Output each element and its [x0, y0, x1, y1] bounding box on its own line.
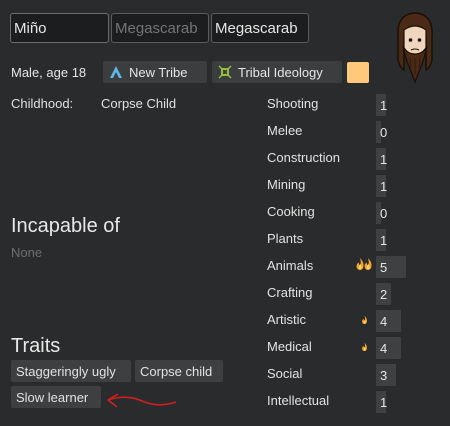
skill-name: Melee: [267, 123, 303, 138]
tribe-icon: [110, 66, 122, 78]
skill-level: 0: [380, 206, 388, 221]
trait-chip[interactable]: Corpse child: [135, 360, 223, 382]
skill-level: 1: [380, 179, 388, 194]
ideology-icon: [218, 65, 232, 79]
skill-level: 1: [380, 233, 388, 248]
skill-name: Medical: [267, 339, 312, 354]
nickname-input[interactable]: [111, 13, 209, 43]
favorite-color-swatch[interactable]: [347, 62, 369, 83]
skill-level: 2: [380, 287, 388, 302]
last-name-input[interactable]: [211, 13, 309, 43]
annotation-arrow: [107, 393, 177, 408]
skill-name: Artistic: [267, 312, 306, 327]
skill-name: Crafting: [267, 285, 313, 300]
skill-row[interactable]: Shooting 1: [267, 94, 407, 116]
skill-row[interactable]: Plants 1: [267, 229, 407, 251]
incapable-heading: Incapable of: [11, 215, 120, 237]
childhood-label: Childhood:: [11, 96, 74, 111]
skill-level: 4: [380, 314, 388, 329]
traits-heading: Traits: [11, 335, 61, 357]
skill-level: 4: [380, 341, 388, 356]
skill-row[interactable]: Medical 4: [267, 337, 407, 359]
trait-chip[interactable]: Slow learner: [11, 386, 101, 408]
skill-level: 1: [380, 395, 388, 410]
faction-label: New Tribe: [129, 64, 188, 80]
skill-row[interactable]: Artistic 4: [267, 310, 407, 332]
skill-name: Cooking: [267, 204, 315, 219]
skill-name: Animals: [267, 258, 314, 273]
pawn-portrait: [397, 12, 433, 84]
skill-level: 3: [380, 368, 388, 383]
faction-button[interactable]: New Tribe: [103, 61, 207, 83]
skill-level: 1: [380, 152, 388, 167]
skill-name: Mining: [267, 177, 306, 192]
first-name-input[interactable]: [10, 13, 109, 43]
skill-name: Shooting: [267, 96, 319, 111]
skill-row[interactable]: Animals 5: [267, 256, 407, 278]
skill-row[interactable]: Cooking 0: [267, 202, 407, 224]
skill-row[interactable]: Melee 0: [267, 121, 407, 143]
childhood-backstory[interactable]: Corpse Child: [101, 96, 176, 111]
ideology-label: Tribal Ideology: [238, 64, 323, 80]
trait-chip[interactable]: Staggeringly ugly: [11, 360, 131, 382]
skill-level: 5: [380, 260, 388, 275]
gender-age-label: Male, age 18: [11, 65, 87, 80]
ideology-button[interactable]: Tribal Ideology: [212, 61, 342, 83]
skill-name: Social: [267, 366, 303, 381]
skill-row[interactable]: Mining 1: [267, 175, 407, 197]
skill-row[interactable]: Social 3: [267, 364, 407, 386]
skill-name: Plants: [267, 231, 304, 246]
skill-level: 0: [380, 125, 388, 140]
incapable-value: None: [11, 245, 43, 260]
skill-name: Construction: [267, 150, 340, 165]
skill-row[interactable]: Intellectual 1: [267, 391, 407, 413]
skill-row[interactable]: Crafting 2: [267, 283, 407, 305]
skill-row[interactable]: Construction 1: [267, 148, 407, 170]
skill-level: 1: [380, 98, 388, 113]
skill-name: Intellectual: [267, 393, 330, 408]
